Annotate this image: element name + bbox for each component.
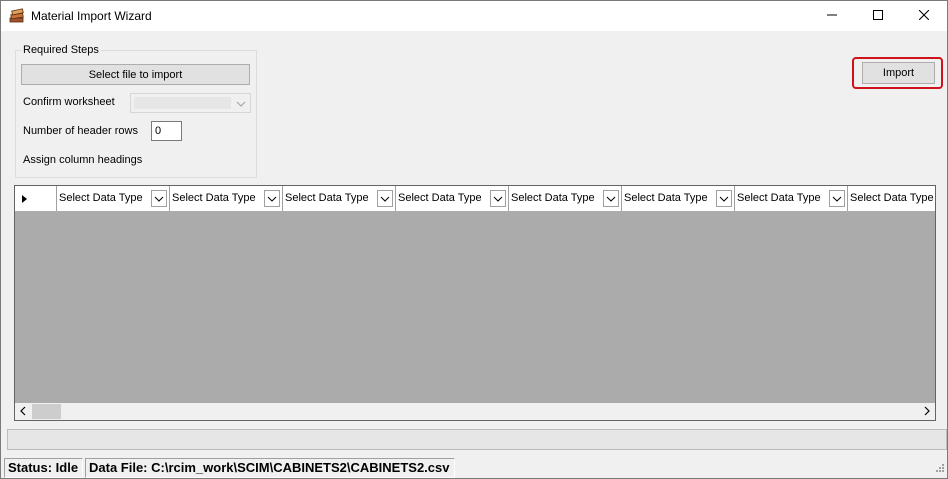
column-header-4[interactable]: Select Data Type [396,186,509,211]
stacked-books-icon [9,8,25,24]
column-data-type-label: Select Data Type [285,192,369,204]
scrollbar-thumb[interactable] [32,404,61,419]
column-header-1[interactable]: Select Data Type [57,186,170,211]
grid-header-row: Select Data Type Select Data Type Select… [15,186,935,211]
title-bar[interactable]: Material Import Wizard [1,1,947,31]
maximize-icon [873,9,883,23]
confirm-worksheet-value [134,97,231,109]
import-button[interactable]: Import [862,62,935,84]
chevron-down-icon[interactable] [264,190,280,207]
column-header-3[interactable]: Select Data Type [283,186,396,211]
maximize-button[interactable] [855,1,901,31]
confirm-worksheet-combo[interactable] [130,93,251,113]
column-header-6[interactable]: Select Data Type [622,186,735,211]
column-header-5[interactable]: Select Data Type [509,186,622,211]
close-button[interactable] [901,1,947,31]
import-progress-bar [7,429,947,450]
column-data-type-label: Select Data Type [398,192,482,204]
chevron-down-icon[interactable] [603,190,619,207]
current-row-arrow-icon [22,195,27,203]
scroll-right-icon[interactable] [923,406,931,419]
close-icon [918,9,930,23]
assign-column-headings-label: Assign column headings [23,154,143,166]
column-data-type-label: Select Data Type [624,192,708,204]
status-bar: Status: Idle Data File: C:\rcim_work\SCI… [1,456,947,478]
chevron-down-icon[interactable] [829,190,845,207]
column-data-type-label: Select Data Type [737,192,821,204]
window-title: Material Import Wizard [31,9,152,23]
column-data-type-label: Select Data Type [511,192,595,204]
column-data-type-label: Select Data Type [59,192,143,204]
material-import-window: Material Import Wizard Required Steps Se… [0,0,948,479]
column-data-type-label: Select Data Type [172,192,256,204]
column-header-7[interactable]: Select Data Type [735,186,848,211]
minimize-icon [827,10,837,23]
chevron-down-icon[interactable] [151,190,167,207]
horizontal-scrollbar[interactable] [15,403,935,420]
status-text: Status: Idle [4,458,83,478]
required-steps-title: Required Steps [21,44,101,56]
resize-grip-icon[interactable] [933,461,945,476]
column-header-2[interactable]: Select Data Type [170,186,283,211]
scroll-left-icon[interactable] [19,406,27,419]
chevron-down-icon[interactable] [490,190,506,207]
header-rows-input[interactable] [151,121,182,141]
confirm-worksheet-label: Confirm worksheet [23,96,115,108]
data-grid[interactable]: Select Data Type Select Data Type Select… [14,185,936,421]
row-header-cell[interactable] [15,186,57,211]
chevron-down-icon[interactable] [377,190,393,207]
minimize-button[interactable] [809,1,855,31]
column-data-type-label: Select Data Type [850,192,934,204]
data-file-text: Data File: C:\rcim_work\SCIM\CABINETS2\C… [85,458,455,478]
select-file-button[interactable]: Select file to import [21,64,250,85]
chevron-down-icon [235,98,247,110]
column-header-8[interactable]: Select Data Type [848,186,935,211]
chevron-down-icon[interactable] [716,190,732,207]
header-rows-label: Number of header rows [23,125,138,137]
